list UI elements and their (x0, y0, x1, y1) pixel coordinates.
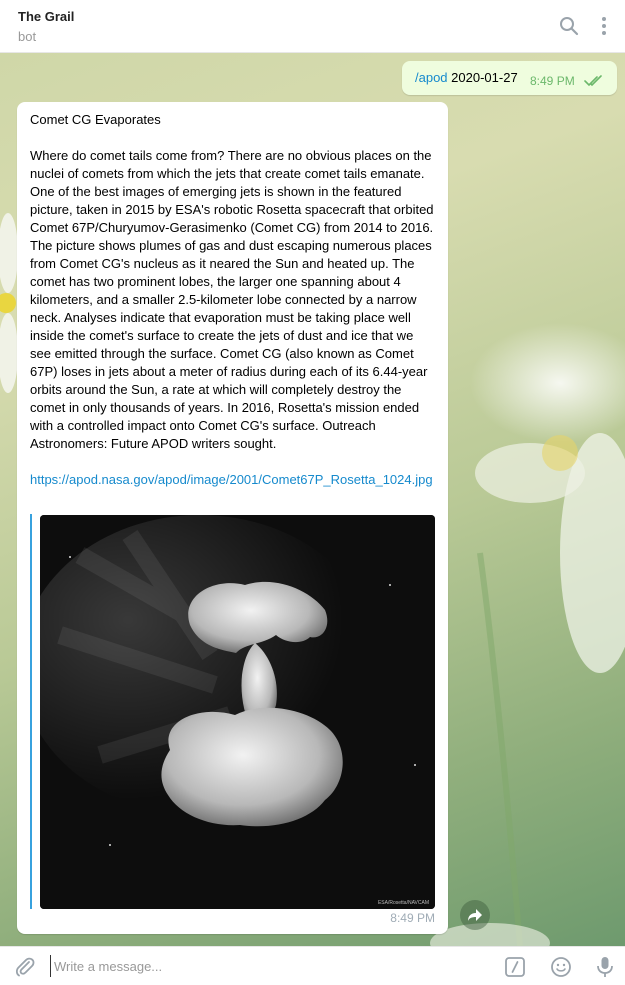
command-link[interactable]: /apod (415, 70, 448, 85)
message-input[interactable] (50, 955, 480, 977)
outgoing-message-text: /apod 2020-01-27 (415, 70, 518, 85)
chat-title[interactable]: The Grail (18, 9, 74, 24)
microphone-icon[interactable] (594, 955, 616, 979)
slash-command-icon[interactable] (504, 956, 526, 978)
command-argument: 2020-01-27 (451, 70, 518, 85)
comet-illustration (40, 515, 435, 909)
search-icon[interactable] (557, 14, 581, 38)
incoming-message[interactable]: Comet CG Evaporates Where do comet tails… (17, 102, 448, 934)
incoming-message-time: 8:49 PM (390, 911, 435, 925)
chat-header: The Grail bot (0, 0, 625, 53)
comet-photo[interactable]: ESA/Rosetta/NAVCAM (40, 515, 435, 909)
message-link[interactable]: https://apod.nasa.gov/apod/image/2001/Co… (30, 471, 435, 489)
image-credit: ESA/Rosetta/NAVCAM (377, 900, 429, 906)
compose-bar (0, 946, 625, 985)
chat-status: bot (18, 29, 37, 44)
share-button[interactable] (460, 900, 490, 930)
message-title: Comet CG Evaporates (30, 112, 161, 127)
read-checkmarks-icon (584, 75, 602, 87)
chat-area[interactable]: /apod 2020-01-27 8:49 PM Comet CG Evapor… (0, 53, 625, 946)
outgoing-message[interactable]: /apod 2020-01-27 8:49 PM (402, 61, 617, 95)
outgoing-message-time: 8:49 PM (530, 74, 575, 88)
share-arrow-icon (468, 909, 482, 921)
more-vertical-icon[interactable] (592, 14, 616, 38)
message-body: Where do comet tails come from? There ar… (30, 148, 434, 451)
emoji-icon[interactable] (549, 955, 573, 979)
paperclip-icon[interactable] (14, 956, 36, 978)
preview-accent-bar (30, 514, 32, 909)
